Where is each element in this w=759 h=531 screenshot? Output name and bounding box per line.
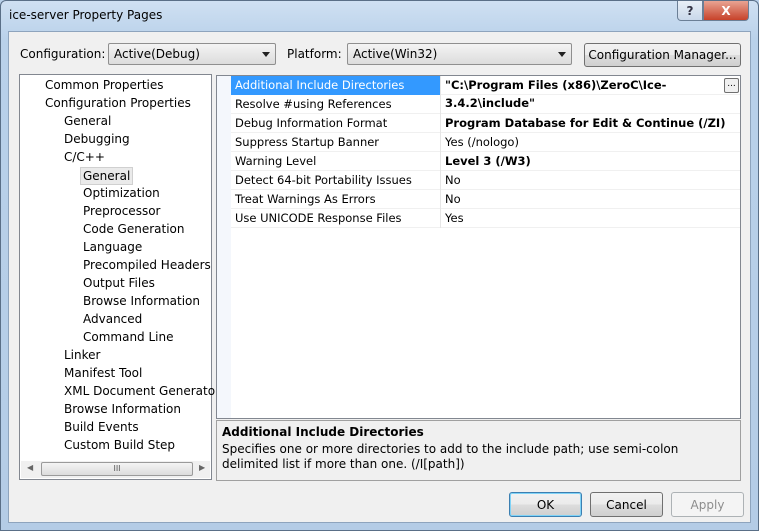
tree-item[interactable]: C/C++ (64, 149, 105, 167)
tree-item[interactable]: Browse Information (83, 293, 200, 311)
property-value[interactable]: Level 3 (/W3) (441, 152, 740, 171)
property-value[interactable]: No (441, 190, 740, 209)
property-name: Warning Level (231, 152, 441, 171)
window-title: ice-server Property Pages (9, 8, 163, 22)
browse-ellipsis-button[interactable]: ... (724, 78, 739, 93)
tree-item[interactable]: Custom Build Step (64, 437, 175, 455)
property-value[interactable]: Yes (/nologo) (441, 133, 740, 152)
property-name: Suppress Startup Banner (231, 133, 441, 152)
platform-select[interactable]: Active(Win32) (347, 43, 572, 65)
tree-item[interactable]: General (64, 113, 111, 131)
property-grid: Additional Include Directories "C:\Progra… (216, 75, 741, 419)
scroll-thumb[interactable]: III (41, 462, 193, 476)
property-name: Additional Include Directories (231, 76, 441, 95)
tree-item[interactable]: Precompiled Headers (83, 257, 211, 275)
property-name: Use UNICODE Response Files (231, 209, 441, 228)
property-value[interactable]: Yes (441, 209, 740, 228)
cancel-button[interactable]: Cancel (590, 492, 663, 517)
configuration-value: Active(Debug) (114, 47, 200, 61)
configuration-label: Configuration: (20, 47, 106, 61)
property-value[interactable] (441, 95, 740, 114)
tree-item[interactable]: Browse Information (64, 401, 181, 419)
tree-item[interactable]: XML Document Generator (64, 383, 220, 401)
platform-value: Active(Win32) (353, 47, 438, 61)
tree-item[interactable]: General (80, 167, 134, 185)
tree-item[interactable]: Output Files (83, 275, 155, 293)
close-button[interactable]: X (703, 1, 749, 21)
apply-button[interactable]: Apply (671, 492, 744, 517)
scroll-right-icon[interactable]: ▶ (199, 463, 205, 472)
property-row[interactable]: Treat Warnings As Errors No (231, 190, 740, 209)
property-value[interactable]: "C:\Program Files (x86)\ZeroC\Ice-3.4.2\… (441, 76, 740, 110)
tree-item[interactable]: Manifest Tool (64, 365, 142, 383)
property-value[interactable]: No (441, 171, 740, 190)
tree-item[interactable]: Linker (64, 347, 100, 365)
help-button[interactable]: ? (677, 1, 703, 21)
ok-button[interactable]: OK (509, 492, 582, 517)
configuration-manager-button[interactable]: Configuration Manager... (584, 43, 741, 67)
property-row[interactable]: Additional Include Directories "C:\Progra… (231, 76, 740, 110)
property-row[interactable]: Debug Information Format Program Database… (231, 114, 740, 133)
tree-item[interactable]: Optimization (83, 185, 160, 203)
property-row[interactable]: Detect 64-bit Portability Issues No (231, 171, 740, 190)
property-row[interactable]: Resolve #using References (231, 95, 740, 114)
tree-item[interactable]: Advanced (83, 311, 142, 329)
platform-label: Platform: (287, 47, 342, 61)
tree-horizontal-scrollbar[interactable]: ◀ III ▶ (21, 461, 210, 478)
property-row[interactable]: Use UNICODE Response Files Yes (231, 209, 740, 228)
configuration-select[interactable]: Active(Debug) (108, 43, 276, 65)
description-text: Specifies one or more directories to add… (222, 442, 679, 471)
tree-item[interactable]: Command Line (83, 329, 174, 347)
tree-item[interactable]: Common Properties (45, 77, 164, 95)
property-name: Treat Warnings As Errors (231, 190, 441, 209)
tree-item[interactable]: Language (83, 239, 142, 257)
property-name: Resolve #using References (231, 95, 441, 114)
chevron-down-icon (262, 52, 270, 57)
property-value[interactable]: Program Database for Edit & Continue (/Z… (441, 114, 740, 133)
tree-item[interactable]: Configuration Properties (45, 95, 191, 113)
property-name: Detect 64-bit Portability Issues (231, 171, 441, 190)
description-panel: Additional Include Directories Specifies… (216, 420, 741, 481)
tree-item[interactable]: Debugging (64, 131, 130, 149)
scroll-left-icon[interactable]: ◀ (27, 463, 33, 472)
property-tree[interactable]: ◀ III ▶ Common Properties Configuration P… (19, 74, 220, 480)
grid-gutter (217, 76, 231, 418)
property-row[interactable]: Warning Level Level 3 (/W3) (231, 152, 740, 171)
description-title: Additional Include Directories (222, 425, 424, 439)
property-name: Debug Information Format (231, 114, 441, 133)
tree-item[interactable]: Code Generation (83, 221, 184, 239)
tree-item[interactable]: Build Events (64, 419, 139, 437)
property-row[interactable]: Suppress Startup Banner Yes (/nologo) (231, 133, 740, 152)
tree-item[interactable]: Preprocessor (83, 203, 160, 221)
chevron-down-icon (558, 52, 566, 57)
